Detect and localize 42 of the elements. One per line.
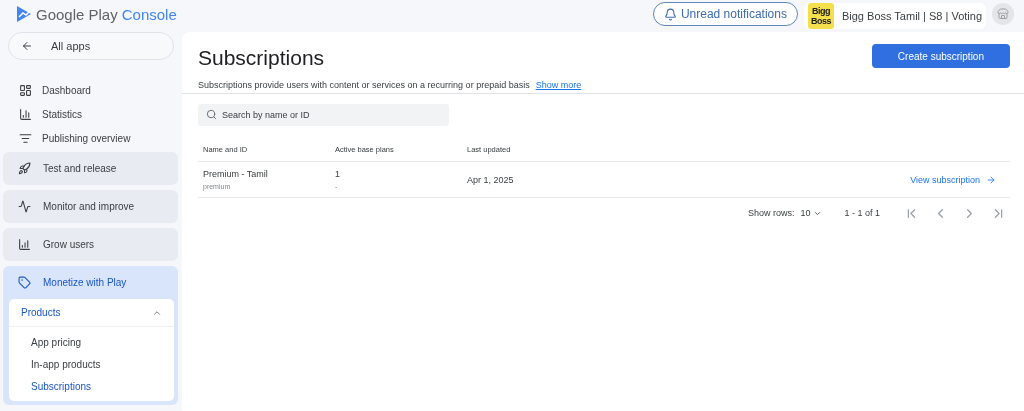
show-more-link[interactable]: Show more [535, 80, 582, 90]
nav-section-header[interactable]: Monitor and improve [3, 190, 178, 223]
rows-label: Show rows: [747, 208, 795, 218]
pulse-icon [18, 200, 31, 213]
bell-icon [663, 7, 677, 21]
growth-chart-icon [18, 238, 31, 251]
nav-item[interactable]: Statistics [3, 102, 178, 126]
page-description: Subscriptions provide users with content or services on a recurring or prepaid basis Show more [198, 80, 582, 90]
nav-section-header[interactable]: Monetize with Play [3, 266, 178, 299]
page-range: 1 - 1 of 1 [844, 208, 880, 218]
nav-section-header[interactable]: Test and release [3, 152, 178, 185]
app-name: Bigg Boss Tamil | S8 | Voting [841, 10, 982, 22]
search-icon [206, 109, 217, 120]
store-icon[interactable] [992, 3, 1014, 25]
page-title: Subscriptions [198, 46, 326, 70]
nav-item[interactable]: Dashboard [3, 78, 178, 102]
notifications-button[interactable]: Unread notifications [652, 2, 798, 26]
view-subscription-link[interactable]: View subscription [850, 174, 1010, 185]
nav-subitem[interactable]: Subscriptions [9, 375, 174, 397]
nav-group-header[interactable]: Products [9, 299, 174, 327]
table-cell-text: Premium - Tamil [203, 169, 269, 179]
nav-subitem[interactable]: App pricing [9, 331, 174, 353]
tag-icon [18, 276, 31, 289]
play-logo-icon [16, 5, 32, 23]
back-arrow-icon [21, 40, 33, 52]
arrow-right-icon [986, 174, 996, 185]
search-field[interactable]: Search by name or ID [198, 104, 449, 126]
list-icon [19, 131, 32, 145]
app-logo: Google Play Console [16, 5, 653, 23]
back-button[interactable]: All apps [8, 32, 174, 60]
bar-chart-icon [19, 107, 32, 121]
app-selector[interactable]: Bigg Boss Bigg Boss Tamil | S8 | Voting [803, 3, 986, 29]
table-cell-text: 1 [335, 169, 341, 179]
create-subscription-button[interactable]: Create subscription [871, 44, 1010, 68]
nav-section-header[interactable]: Grow users [3, 228, 178, 261]
app-icon: Bigg Boss [807, 3, 834, 29]
rows-per-page-select[interactable]: 10 [800, 208, 823, 218]
nav-item[interactable]: Publishing overview [3, 126, 178, 150]
dashboard-icon [19, 83, 32, 97]
nav-subitem[interactable]: In-app products [9, 353, 174, 375]
rocket-icon [18, 162, 31, 175]
table-cell-text: Apr 1, 2025 [467, 174, 515, 185]
